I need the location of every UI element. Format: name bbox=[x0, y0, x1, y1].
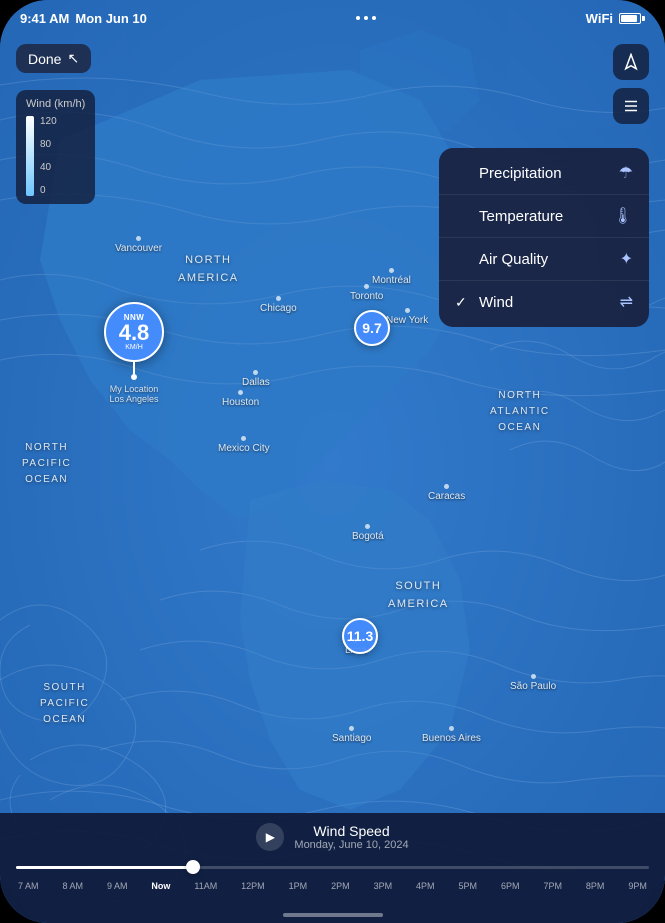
layer-dropdown: Precipitation ☂ Temperature 🌡 Air Qualit… bbox=[439, 148, 649, 327]
precipitation-icon: ☂ bbox=[619, 163, 633, 183]
time-label-11am: 11AM bbox=[194, 881, 217, 891]
air-quality-icon: ✦ bbox=[620, 249, 633, 269]
location-icon bbox=[622, 53, 640, 71]
time-label-now: Now bbox=[151, 881, 170, 891]
menu-item-precipitation[interactable]: Precipitation ☂ bbox=[439, 152, 649, 195]
wind-icon: ⇌ bbox=[620, 292, 633, 312]
time-label-7pm: 7PM bbox=[543, 881, 562, 891]
wind-speed-small: 9.7 bbox=[362, 320, 381, 336]
wind-speed-unit: KM/H bbox=[125, 344, 143, 351]
dot-2 bbox=[364, 16, 368, 20]
wind-bubble-dot bbox=[131, 374, 137, 380]
wind-label: Wind bbox=[479, 294, 513, 311]
home-indicator bbox=[283, 913, 383, 917]
wind-bubble-small: 9.7 bbox=[354, 310, 390, 346]
wind-speed-small-2: 11.3 bbox=[347, 628, 373, 644]
wind-legend-title: Wind (km/h) bbox=[26, 98, 85, 110]
cursor-icon: ↖ bbox=[67, 50, 79, 67]
play-icon: ▶ bbox=[266, 830, 275, 844]
wind-speed-value: 4.8 bbox=[119, 322, 150, 344]
timeline-subtitle: Monday, June 10, 2024 bbox=[294, 839, 408, 851]
menu-item-temperature[interactable]: Temperature 🌡 bbox=[439, 195, 649, 238]
time-label-7am: 7 AM bbox=[18, 881, 39, 891]
temperature-icon: 🌡 bbox=[613, 206, 633, 226]
status-dots bbox=[356, 16, 376, 20]
device-frame: 9:41 AM Mon Jun 10 WiFi Done ↖ Wind (km/… bbox=[0, 0, 665, 923]
time-label-5pm: 5PM bbox=[459, 881, 478, 891]
menu-item-air-quality[interactable]: Air Quality ✦ bbox=[439, 238, 649, 281]
time-label-8pm: 8PM bbox=[586, 881, 605, 891]
done-label: Done bbox=[28, 51, 61, 67]
time-label-9am: 9 AM bbox=[107, 881, 128, 891]
wind-bubble-tail bbox=[133, 362, 135, 374]
precipitation-label: Precipitation bbox=[479, 165, 562, 182]
wind-label-80: 80 bbox=[40, 139, 57, 150]
done-button[interactable]: Done ↖ bbox=[16, 44, 91, 73]
wind-legend: Wind (km/h) 120 80 40 0 bbox=[16, 90, 95, 204]
wind-bar bbox=[26, 116, 34, 196]
timeline-thumb[interactable] bbox=[186, 860, 200, 874]
time-display: 9:41 AM bbox=[20, 11, 69, 26]
wifi-icon: WiFi bbox=[586, 11, 613, 26]
wind-bubble-small-2: 11.3 bbox=[342, 618, 378, 654]
timeline-labels: 7 AM 8 AM 9 AM Now 11AM 12PM 1PM 2PM 3PM… bbox=[16, 881, 649, 891]
wind-bubble-small-2-pin: 11.3 bbox=[342, 618, 378, 654]
wind-flow-lines bbox=[0, 0, 665, 923]
top-right-controls bbox=[613, 44, 649, 124]
time-label-1pm: 1PM bbox=[289, 881, 308, 891]
status-time: 9:41 AM Mon Jun 10 bbox=[20, 11, 147, 26]
play-button[interactable]: ▶ bbox=[256, 823, 284, 851]
menu-item-wind[interactable]: ✓ Wind ⇌ bbox=[439, 281, 649, 323]
time-label-6pm: 6PM bbox=[501, 881, 520, 891]
timeline-progress bbox=[16, 866, 193, 869]
layers-button[interactable] bbox=[613, 88, 649, 124]
map-background bbox=[0, 0, 665, 923]
wind-check: ✓ bbox=[455, 294, 471, 311]
wind-bubble-pin: NNW 4.8 KM/H bbox=[104, 302, 164, 362]
time-label-2pm: 2PM bbox=[331, 881, 350, 891]
wind-scale-labels: 120 80 40 0 bbox=[40, 116, 57, 196]
timeline-slider[interactable] bbox=[16, 857, 649, 877]
layers-icon bbox=[622, 97, 640, 115]
time-label-12pm: 12PM bbox=[241, 881, 265, 891]
wind-label-120: 120 bbox=[40, 116, 57, 127]
timeline-title-main: Wind Speed bbox=[294, 823, 408, 839]
timeline-title: Wind Speed Monday, June 10, 2024 bbox=[294, 823, 408, 851]
wind-label-40: 40 bbox=[40, 162, 57, 173]
time-label-9pm: 9PM bbox=[628, 881, 647, 891]
status-icons: WiFi bbox=[586, 11, 645, 26]
dot-3 bbox=[372, 16, 376, 20]
date-display: Mon Jun 10 bbox=[75, 11, 147, 26]
wind-bubble-small-pin: 9.7 bbox=[354, 310, 390, 346]
location-button[interactable] bbox=[613, 44, 649, 80]
air-quality-label: Air Quality bbox=[479, 251, 548, 268]
time-label-3pm: 3PM bbox=[374, 881, 393, 891]
status-bar: 9:41 AM Mon Jun 10 WiFi bbox=[0, 0, 665, 36]
battery-icon bbox=[619, 13, 645, 24]
dot-1 bbox=[356, 16, 360, 20]
time-label-4pm: 4PM bbox=[416, 881, 435, 891]
wind-bubble-main: NNW 4.8 KM/H My LocationLos Angeles bbox=[104, 302, 164, 404]
timeline-bar: ▶ Wind Speed Monday, June 10, 2024 7 AM … bbox=[0, 813, 665, 923]
wind-label-0: 0 bbox=[40, 185, 57, 196]
temperature-label: Temperature bbox=[479, 208, 563, 225]
timeline-header: ▶ Wind Speed Monday, June 10, 2024 bbox=[16, 823, 649, 851]
wind-bubble-location: My LocationLos Angeles bbox=[104, 384, 164, 404]
time-label-8am: 8 AM bbox=[62, 881, 83, 891]
